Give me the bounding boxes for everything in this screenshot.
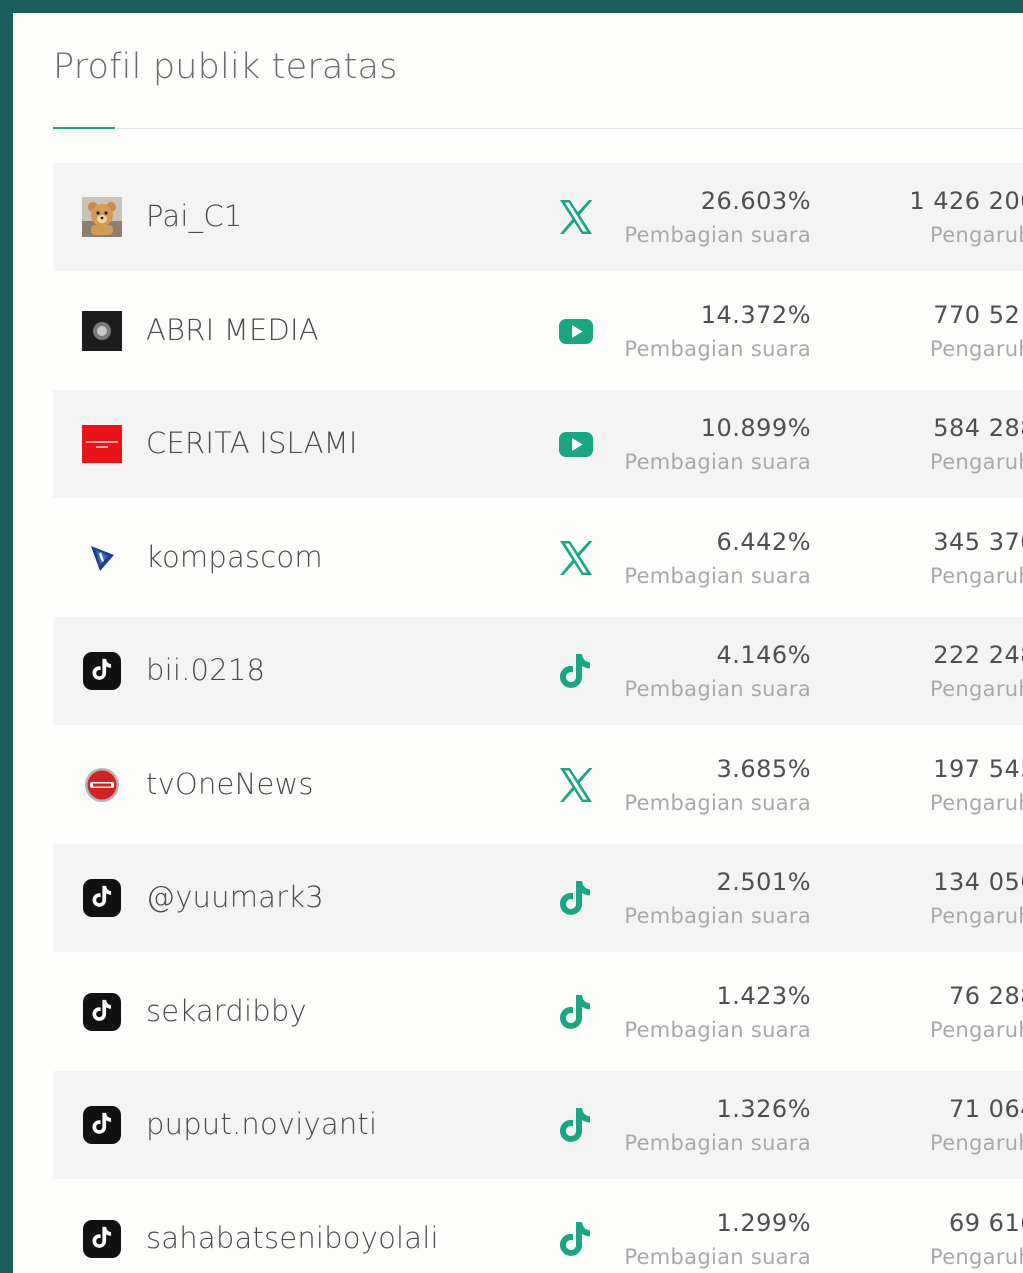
tiktok-avatar-icon: [82, 1219, 122, 1259]
youtube-platform-icon: [556, 424, 596, 464]
voice-share-value: 4.146%: [716, 641, 811, 669]
voice-share-value: 1.423%: [716, 982, 811, 1010]
tiktok-avatar-icon: [82, 992, 122, 1032]
influence-label: Pengaruh: [930, 564, 1023, 588]
title-divider-accent: [53, 127, 115, 129]
influence-label: Pengaruh: [930, 904, 1023, 928]
profile-name[interactable]: Pai_C1: [146, 199, 242, 233]
influence-value: 69 616: [949, 1209, 1023, 1237]
kompas-logo-icon: [82, 538, 122, 578]
voice-share-label: Pembagian suara: [624, 904, 811, 928]
profile-name[interactable]: CERITA ISLAMI: [146, 426, 358, 460]
profile-name[interactable]: sekardibby: [146, 994, 307, 1028]
voice-share-label: Pembagian suara: [624, 677, 811, 701]
profile-row[interactable]: ABRI MEDIA 14.372% Pembagian suara 770 5…: [53, 277, 1023, 385]
voice-share-value: 2.501%: [716, 868, 811, 896]
window-frame: Profil publik teratas Pai_C1 26.603% Pem…: [0, 0, 1023, 1273]
tiktok-platform-icon: [556, 878, 596, 918]
voice-share-label: Pembagian suara: [624, 791, 811, 815]
voice-share-value: 1.326%: [716, 1095, 811, 1123]
influence-label: Pengaruh: [930, 337, 1023, 361]
tiktok-platform-icon: [556, 651, 596, 691]
influence-label: Pengaruh: [930, 1131, 1023, 1155]
influence-label: Pengaruh: [930, 677, 1023, 701]
tiktok-platform-icon: [556, 1105, 596, 1145]
voice-share-value: 14.372%: [700, 301, 811, 329]
profile-row[interactable]: Pai_C1 26.603% Pembagian suara 1 426 200…: [53, 163, 1023, 271]
voice-share-label: Pembagian suara: [624, 1018, 811, 1042]
influence-value: 197 545: [933, 755, 1023, 783]
voice-share-label: Pembagian suara: [624, 1131, 811, 1155]
influence-value: 222 248: [933, 641, 1023, 669]
tiktok-avatar-icon: [82, 1105, 122, 1145]
abri-media-logo-icon: [82, 311, 122, 351]
x-platform-icon: [556, 765, 596, 805]
voice-share-label: Pembagian suara: [624, 564, 811, 588]
tiktok-platform-icon: [556, 1219, 596, 1259]
influence-label: Pengaruh: [930, 791, 1023, 815]
influence-value: 770 521: [933, 301, 1023, 329]
voice-share-value: 1.299%: [716, 1209, 811, 1237]
influence-value: 71 064: [949, 1095, 1023, 1123]
influence-value: 1 426 200: [909, 187, 1023, 215]
profile-name[interactable]: sahabatseniboyolali: [146, 1221, 439, 1255]
profile-row[interactable]: tvOneNews 3.685% Pembagian suara 197 545…: [53, 731, 1023, 839]
influence-label: Pengaruh: [930, 1018, 1023, 1042]
profile-name[interactable]: tvOneNews: [146, 767, 314, 801]
cerita-islami-logo-icon: [82, 424, 122, 464]
profile-row[interactable]: kompascom 6.442% Pembagian suara 345 370…: [53, 504, 1023, 612]
profile-row[interactable]: @yuumark3 2.501% Pembagian suara 134 056…: [53, 844, 1023, 952]
voice-share-value: 26.603%: [700, 187, 811, 215]
influence-value: 134 056: [933, 868, 1023, 896]
voice-share-value: 6.442%: [716, 528, 811, 556]
voice-share-label: Pembagian suara: [624, 1245, 811, 1269]
influence-label: Pengaruh: [930, 1245, 1023, 1269]
profile-row[interactable]: sekardibby 1.423% Pembagian suara 76 288…: [53, 958, 1023, 1066]
x-platform-icon: [556, 197, 596, 237]
panel-title: Profil publik teratas: [53, 47, 398, 87]
voice-share-value: 3.685%: [716, 755, 811, 783]
tiktok-avatar-icon: [82, 878, 122, 918]
tiktok-avatar-icon: [82, 651, 122, 691]
voice-share-value: 10.899%: [700, 414, 811, 442]
profile-row[interactable]: CERITA ISLAMI 10.899% Pembagian suara 58…: [53, 390, 1023, 498]
influence-value: 584 288: [933, 414, 1023, 442]
influence-label: Pengaruh: [930, 450, 1023, 474]
voice-share-label: Pembagian suara: [624, 337, 811, 361]
influence-value: 76 288: [949, 982, 1023, 1010]
profile-name[interactable]: @yuumark3: [146, 880, 324, 914]
youtube-platform-icon: [556, 311, 596, 351]
profile-name[interactable]: ABRI MEDIA: [146, 313, 319, 347]
profile-row[interactable]: puput.noviyanti 1.326% Pembagian suara 7…: [53, 1071, 1023, 1179]
tiktok-platform-icon: [556, 992, 596, 1032]
voice-share-label: Pembagian suara: [624, 223, 811, 247]
influence-value: 345 370: [933, 528, 1023, 556]
top-public-profiles-panel: Profil publik teratas Pai_C1 26.603% Pem…: [13, 13, 1023, 1273]
profile-row[interactable]: sahabatseniboyolali 1.299% Pembagian sua…: [53, 1185, 1023, 1273]
voice-share-label: Pembagian suara: [624, 450, 811, 474]
title-divider: [53, 128, 1023, 129]
x-platform-icon: [556, 538, 596, 578]
profile-row[interactable]: bii.0218 4.146% Pembagian suara 222 248 …: [53, 617, 1023, 725]
influence-label: Pengaruh: [930, 223, 1023, 247]
profile-name[interactable]: bii.0218: [146, 653, 265, 687]
profile-name[interactable]: puput.noviyanti: [146, 1107, 377, 1141]
teddy-bear-avatar-icon: [82, 197, 122, 237]
tvone-logo-icon: [82, 765, 122, 805]
profile-name[interactable]: kompascom: [146, 540, 323, 574]
